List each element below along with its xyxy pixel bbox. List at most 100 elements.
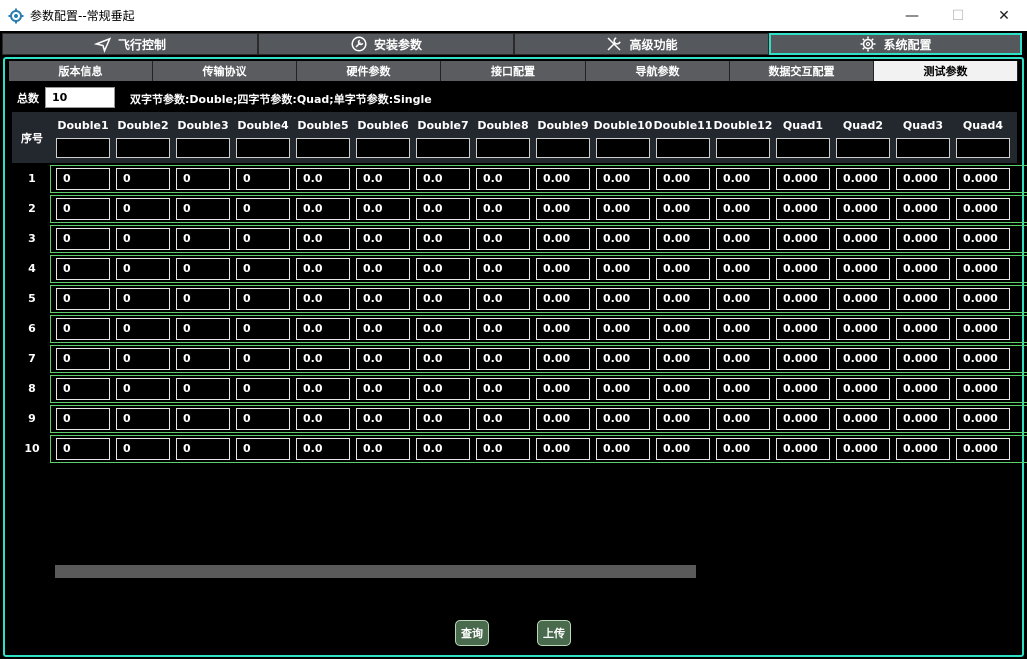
param-cell-input[interactable]: 0.0 — [356, 228, 410, 250]
param-cell-input[interactable]: 0.000 — [956, 288, 1010, 310]
param-cell-input[interactable]: 0 — [116, 348, 170, 370]
param-cell-input[interactable]: 0.0 — [356, 378, 410, 400]
param-cell-input[interactable]: 0 — [236, 348, 290, 370]
param-cell-input[interactable]: 0.000 — [776, 258, 830, 280]
param-cell-input[interactable]: 0 — [56, 318, 110, 340]
param-cell-input[interactable]: 0.00 — [656, 288, 710, 310]
param-cell-input[interactable]: 0.0 — [476, 318, 530, 340]
param-cell-input[interactable]: 0 — [176, 228, 230, 250]
param-cell-input[interactable]: 0.00 — [716, 438, 770, 460]
param-cell-input[interactable]: 0.000 — [836, 198, 890, 220]
param-cell-input[interactable]: 0.0 — [296, 258, 350, 280]
param-cell-input[interactable]: 0 — [236, 408, 290, 430]
column-filter-input[interactable] — [836, 138, 890, 158]
param-cell-input[interactable]: 0.000 — [836, 378, 890, 400]
param-cell-input[interactable]: 0.00 — [536, 348, 590, 370]
param-cell-input[interactable]: 0.000 — [896, 438, 950, 460]
param-cell-input[interactable]: 0.00 — [656, 318, 710, 340]
param-cell-input[interactable]: 0.000 — [956, 228, 1010, 250]
param-cell-input[interactable]: 0.000 — [896, 348, 950, 370]
param-cell-input[interactable]: 0 — [116, 378, 170, 400]
param-cell-input[interactable]: 0.000 — [956, 408, 1010, 430]
param-cell-input[interactable]: 0.0 — [296, 318, 350, 340]
param-cell-input[interactable]: 0.0 — [416, 288, 470, 310]
param-cell-input[interactable]: 0.0 — [476, 348, 530, 370]
param-cell-input[interactable]: 0.00 — [596, 408, 650, 430]
param-cell-input[interactable]: 0 — [176, 168, 230, 190]
param-cell-input[interactable]: 0.000 — [836, 318, 890, 340]
minimize-button[interactable]: — — [889, 0, 935, 31]
param-cell-input[interactable]: 0.0 — [476, 198, 530, 220]
param-cell-input[interactable]: 0 — [56, 198, 110, 220]
param-cell-input[interactable]: 0.000 — [836, 258, 890, 280]
param-cell-input[interactable]: 0.00 — [536, 198, 590, 220]
param-cell-input[interactable]: 0.0 — [296, 168, 350, 190]
subtab-nav-params[interactable]: 导航参数 — [586, 61, 730, 81]
param-cell-input[interactable]: 0.00 — [596, 228, 650, 250]
param-cell-input[interactable]: 0.00 — [596, 348, 650, 370]
param-cell-input[interactable]: 0.00 — [536, 438, 590, 460]
subtab-data-exchange-config[interactable]: 数据交互配置 — [730, 61, 874, 81]
param-cell-input[interactable]: 0.00 — [536, 378, 590, 400]
column-filter-input[interactable] — [116, 138, 170, 158]
param-cell-input[interactable]: 0.00 — [656, 408, 710, 430]
param-cell-input[interactable]: 0.0 — [416, 438, 470, 460]
param-cell-input[interactable]: 0.000 — [776, 318, 830, 340]
param-cell-input[interactable]: 0 — [56, 168, 110, 190]
param-cell-input[interactable]: 0 — [56, 258, 110, 280]
param-cell-input[interactable]: 0 — [176, 318, 230, 340]
param-cell-input[interactable]: 0.00 — [536, 288, 590, 310]
param-cell-input[interactable]: 0.0 — [296, 438, 350, 460]
param-cell-input[interactable]: 0.00 — [596, 438, 650, 460]
param-cell-input[interactable]: 0 — [236, 378, 290, 400]
param-cell-input[interactable]: 0.0 — [356, 438, 410, 460]
param-cell-input[interactable]: 0 — [176, 288, 230, 310]
param-cell-input[interactable]: 0.00 — [596, 288, 650, 310]
query-button[interactable]: 查询 — [455, 620, 489, 646]
param-cell-input[interactable]: 0.0 — [356, 198, 410, 220]
param-cell-input[interactable]: 0 — [56, 438, 110, 460]
param-cell-input[interactable]: 0 — [236, 318, 290, 340]
param-cell-input[interactable]: 0.000 — [836, 168, 890, 190]
param-cell-input[interactable]: 0.00 — [656, 378, 710, 400]
param-cell-input[interactable]: 0.000 — [776, 438, 830, 460]
param-cell-input[interactable]: 0.000 — [956, 318, 1010, 340]
param-cell-input[interactable]: 0.000 — [956, 378, 1010, 400]
param-cell-input[interactable]: 0 — [56, 288, 110, 310]
param-cell-input[interactable]: 0.0 — [476, 408, 530, 430]
param-cell-input[interactable]: 0 — [176, 408, 230, 430]
param-cell-input[interactable]: 0.00 — [716, 318, 770, 340]
param-cell-input[interactable]: 0.00 — [656, 348, 710, 370]
param-cell-input[interactable]: 0 — [176, 348, 230, 370]
param-cell-input[interactable]: 0 — [236, 168, 290, 190]
subtab-interface-config[interactable]: 接口配置 — [441, 61, 586, 81]
param-cell-input[interactable]: 0.0 — [356, 168, 410, 190]
param-cell-input[interactable]: 0 — [56, 348, 110, 370]
param-cell-input[interactable]: 0.0 — [476, 228, 530, 250]
param-cell-input[interactable]: 0.000 — [896, 228, 950, 250]
param-cell-input[interactable]: 0.000 — [776, 408, 830, 430]
column-filter-input[interactable] — [476, 138, 530, 158]
column-filter-input[interactable] — [896, 138, 950, 158]
param-cell-input[interactable]: 0.00 — [716, 378, 770, 400]
subtab-transport-protocol[interactable]: 传输协议 — [153, 61, 297, 81]
param-cell-input[interactable]: 0.0 — [476, 258, 530, 280]
param-cell-input[interactable]: 0.000 — [956, 348, 1010, 370]
param-cell-input[interactable]: 0 — [116, 318, 170, 340]
param-cell-input[interactable]: 0.00 — [656, 228, 710, 250]
column-filter-input[interactable] — [236, 138, 290, 158]
param-cell-input[interactable]: 0.00 — [716, 288, 770, 310]
param-cell-input[interactable]: 0.0 — [416, 258, 470, 280]
param-cell-input[interactable]: 0.0 — [476, 438, 530, 460]
param-cell-input[interactable]: 0.000 — [836, 408, 890, 430]
tab-flight-control[interactable]: 飞行控制 — [2, 33, 258, 55]
param-cell-input[interactable]: 0.00 — [536, 318, 590, 340]
param-cell-input[interactable]: 0.00 — [596, 318, 650, 340]
param-cell-input[interactable]: 0.000 — [836, 438, 890, 460]
param-cell-input[interactable]: 0 — [116, 438, 170, 460]
tab-advanced[interactable]: 高级功能 — [514, 33, 769, 55]
param-cell-input[interactable]: 0.0 — [296, 378, 350, 400]
param-cell-input[interactable]: 0.000 — [776, 288, 830, 310]
upload-button[interactable]: 上传 — [537, 620, 571, 646]
param-cell-input[interactable]: 0.00 — [716, 228, 770, 250]
